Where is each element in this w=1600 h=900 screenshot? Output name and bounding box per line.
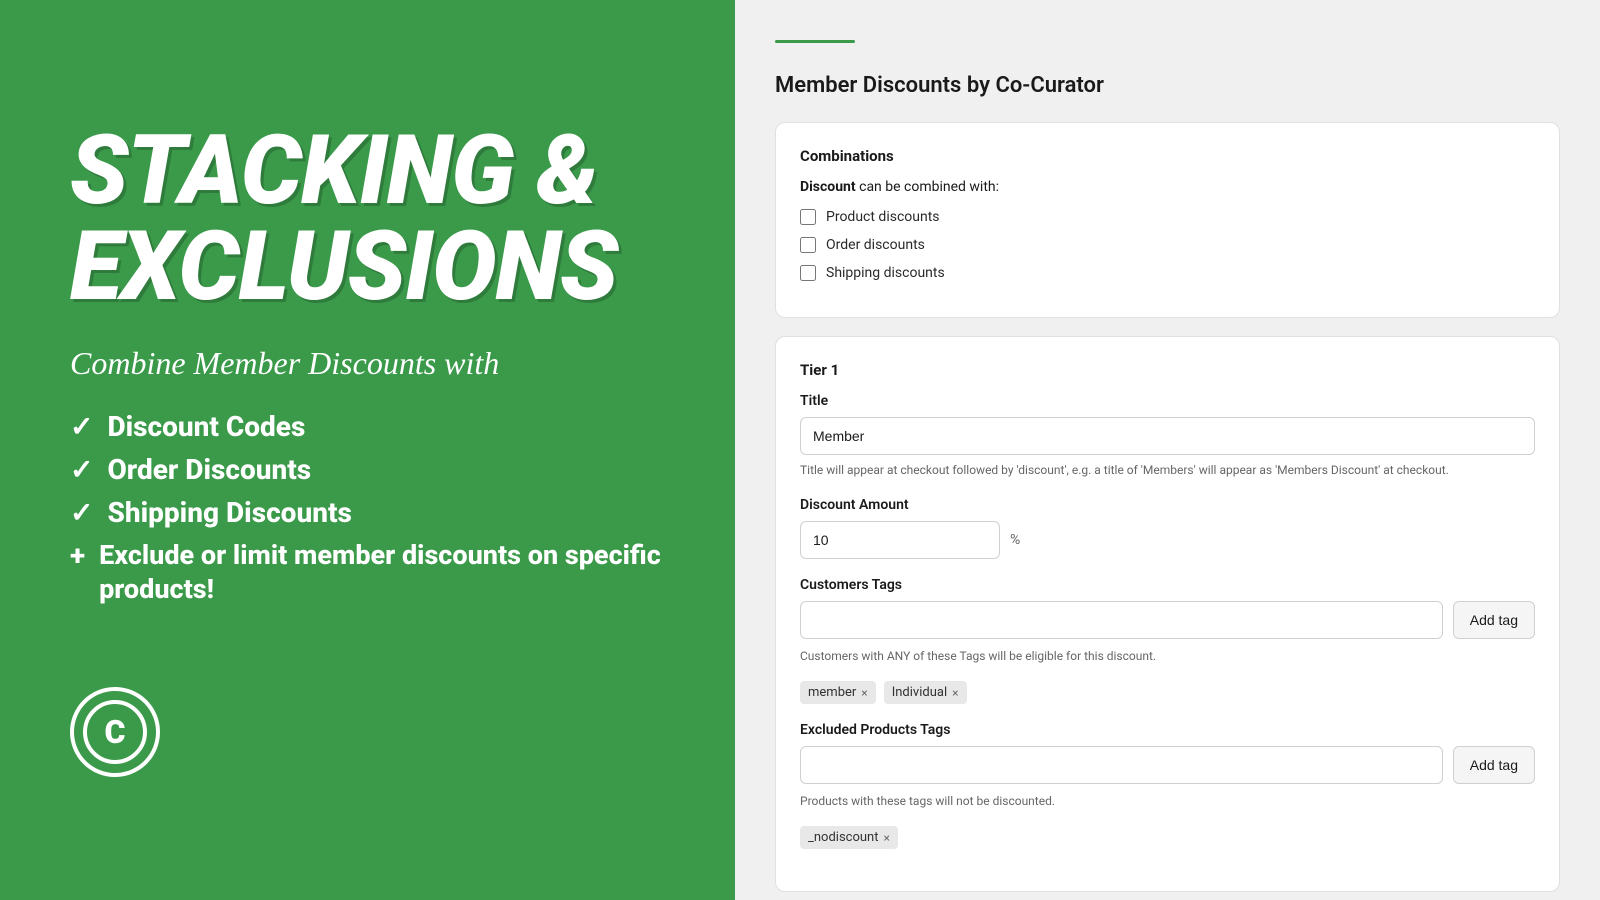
- logo-outer-circle: C: [70, 687, 160, 777]
- excluded-tag-nodiscount: _nodiscount ×: [800, 826, 898, 849]
- feature-label-2: Order Discounts: [107, 453, 311, 486]
- customer-tags-input[interactable]: [800, 601, 1443, 639]
- combinations-description: Discount can be combined with:: [800, 179, 1535, 195]
- left-panel: STACKING & EXCLUSIONS Combine Member Dis…: [0, 0, 735, 900]
- discount-input[interactable]: [800, 521, 1000, 559]
- right-panel: Member Discounts by Co-Curator Combinati…: [735, 0, 1600, 900]
- excluded-products-section: Excluded Products Tags Add tag Products …: [800, 722, 1535, 849]
- checkbox-order-label: Order discounts: [826, 237, 925, 253]
- excluded-tag-nodiscount-label: _nodiscount: [808, 830, 878, 845]
- top-accent-bar: [775, 40, 855, 43]
- feature-discount-codes: ✓ Discount Codes: [70, 410, 665, 443]
- check-icon-1: ✓: [70, 410, 93, 443]
- page-title: Member Discounts by Co-Curator: [775, 73, 1560, 98]
- combinations-card: Combinations Discount can be combined wi…: [775, 122, 1560, 318]
- check-icon-2: ✓: [70, 453, 93, 486]
- title-hint: Title will appear at checkout followed b…: [800, 461, 1535, 479]
- customer-tag-individual: Individual ×: [884, 681, 967, 704]
- customer-tag-member-remove[interactable]: ×: [861, 687, 867, 699]
- excluded-products-hint: Products with these tags will not be dis…: [800, 792, 1535, 810]
- feature-exclude: + Exclude or limit member discounts on s…: [70, 539, 665, 607]
- checkbox-shipping-input[interactable]: [800, 265, 816, 281]
- customer-tags-section: Customers Tags Add tag Customers with AN…: [800, 577, 1535, 704]
- logo-letter: C: [105, 713, 126, 751]
- subtitle: Combine Member Discounts with: [70, 345, 665, 382]
- excluded-tags-input-row: Add tag: [800, 746, 1535, 784]
- logo-container: C: [70, 687, 665, 777]
- checkbox-order-discounts[interactable]: Order discounts: [800, 237, 1535, 253]
- customer-tag-member: member ×: [800, 681, 876, 704]
- feature-shipping-discounts: ✓ Shipping Discounts: [70, 496, 665, 529]
- customer-tag-individual-label: Individual: [892, 685, 947, 700]
- excluded-tag-nodiscount-remove[interactable]: ×: [883, 832, 889, 844]
- excluded-products-label: Excluded Products Tags: [800, 722, 1535, 738]
- checkbox-order-input[interactable]: [800, 237, 816, 253]
- title-label: Title: [800, 393, 1535, 409]
- customer-tags-input-row: Add tag: [800, 601, 1535, 639]
- feature-label-3: Shipping Discounts: [107, 496, 351, 529]
- feature-order-discounts: ✓ Order Discounts: [70, 453, 665, 486]
- add-customer-tag-button[interactable]: Add tag: [1453, 601, 1535, 639]
- title-input[interactable]: [800, 417, 1535, 455]
- checkbox-shipping-label: Shipping discounts: [826, 265, 945, 281]
- percent-symbol: %: [1010, 532, 1020, 548]
- check-icon-3: ✓: [70, 496, 93, 529]
- combinations-card-title: Combinations: [800, 147, 1535, 165]
- discount-row: %: [800, 521, 1535, 559]
- tier1-card-title: Tier 1: [800, 361, 1535, 379]
- checkbox-shipping-discounts[interactable]: Shipping discounts: [800, 265, 1535, 281]
- feature-extra-label: Exclude or limit member discounts on spe…: [99, 539, 665, 607]
- feature-label-1: Discount Codes: [107, 410, 305, 443]
- title-section: Title Title will appear at checkout foll…: [800, 393, 1535, 479]
- customer-tag-individual-remove[interactable]: ×: [952, 687, 958, 699]
- excluded-tags-container: _nodiscount ×: [800, 826, 1535, 849]
- customer-tag-member-label: member: [808, 685, 856, 700]
- customer-tags-hint: Customers with ANY of these Tags will be…: [800, 647, 1535, 665]
- checkbox-product-discounts[interactable]: Product discounts: [800, 209, 1535, 225]
- discount-amount-section: Discount Amount %: [800, 497, 1535, 559]
- tier1-card: Tier 1 Title Title will appear at checko…: [775, 336, 1560, 892]
- excluded-tags-input[interactable]: [800, 746, 1443, 784]
- discount-label: Discount Amount: [800, 497, 1535, 513]
- customer-tags-container: member × Individual ×: [800, 681, 1535, 704]
- logo-inner-circle: C: [83, 700, 147, 764]
- feature-list: ✓ Discount Codes ✓ Order Discounts ✓ Shi…: [70, 410, 665, 617]
- checkbox-product-input[interactable]: [800, 209, 816, 225]
- customer-tags-label: Customers Tags: [800, 577, 1535, 593]
- plus-icon: +: [70, 539, 85, 572]
- main-title: STACKING & EXCLUSIONS: [70, 123, 665, 315]
- add-excluded-tag-button[interactable]: Add tag: [1453, 746, 1535, 784]
- checkbox-product-label: Product discounts: [826, 209, 940, 225]
